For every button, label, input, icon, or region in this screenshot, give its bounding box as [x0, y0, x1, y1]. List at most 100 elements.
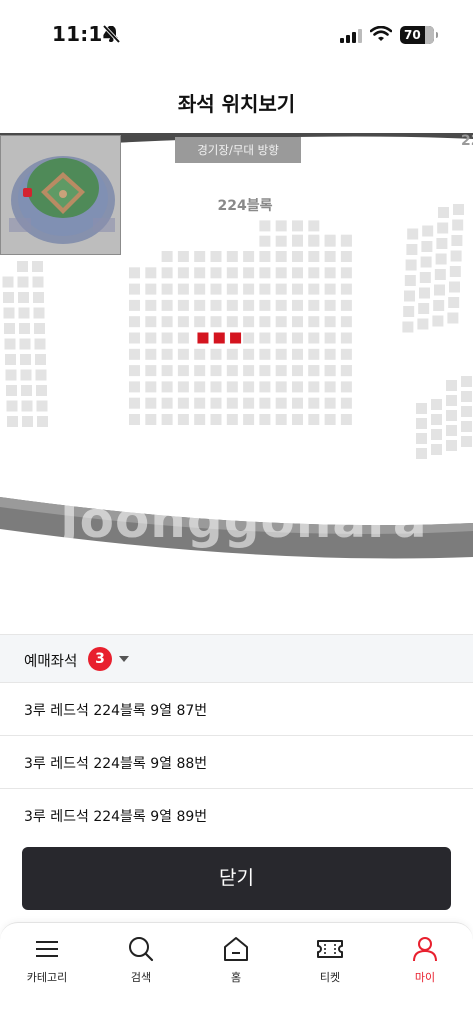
user-icon — [413, 937, 437, 962]
seat — [452, 219, 464, 231]
cell-signal-icon — [340, 28, 362, 47]
seat — [308, 220, 320, 232]
seat — [194, 283, 206, 295]
seat — [210, 251, 222, 262]
close-button[interactable]: 닫기 — [22, 847, 451, 910]
seat — [275, 299, 287, 311]
seat — [259, 365, 271, 377]
seat — [292, 220, 303, 232]
seat — [243, 397, 255, 409]
nav-item-home[interactable]: 홈 — [196, 935, 276, 995]
seat — [437, 222, 449, 234]
seat — [308, 235, 320, 247]
seat-map[interactable]: 경기장/무대 방향 224블록 22 Joonggonara — [0, 133, 473, 633]
seat — [308, 316, 320, 328]
seat — [292, 332, 303, 344]
seat — [259, 348, 271, 360]
seat — [450, 250, 462, 262]
seat — [129, 283, 140, 295]
seat — [416, 403, 427, 414]
seat — [292, 316, 303, 328]
nav-label: 티켓 — [319, 971, 341, 984]
page-title: 좌석 위치보기 — [177, 92, 296, 116]
seat — [340, 397, 352, 409]
seat — [432, 315, 444, 327]
seat — [5, 354, 16, 365]
seat — [292, 251, 303, 262]
seat — [431, 429, 442, 440]
seat — [177, 397, 189, 409]
seat — [275, 267, 287, 279]
nav-label: 홈 — [230, 971, 242, 984]
nav-item-ticket[interactable]: 티켓 — [290, 935, 370, 995]
seat — [308, 381, 320, 393]
seat — [243, 365, 255, 377]
nav-item-category[interactable]: 카테고리 — [7, 935, 87, 995]
seat — [34, 323, 45, 334]
seat — [21, 400, 33, 412]
adjacent-block-number: 22 — [461, 133, 473, 149]
reserved-count-badge: 3 — [88, 647, 112, 671]
seat — [129, 381, 140, 393]
selected-seat — [213, 332, 225, 344]
seat — [243, 299, 255, 311]
seat — [324, 348, 336, 360]
seat — [448, 297, 460, 308]
seat — [194, 414, 206, 425]
seat — [434, 269, 446, 280]
battery-empty-part — [425, 26, 434, 44]
seat — [145, 365, 157, 377]
seat — [461, 391, 472, 402]
seat — [194, 397, 206, 409]
stadium-minimap[interactable] — [0, 135, 121, 255]
seat — [226, 299, 238, 311]
seat — [419, 287, 430, 299]
seat — [194, 348, 206, 360]
seat — [145, 348, 157, 360]
seat — [340, 316, 352, 328]
seat — [447, 312, 459, 324]
seat — [161, 397, 173, 409]
seat — [6, 385, 17, 396]
seat — [435, 253, 447, 265]
nav-item-my[interactable]: 마이 — [385, 935, 465, 995]
seat — [161, 365, 173, 377]
seat — [446, 380, 457, 391]
seat — [20, 354, 31, 365]
seat — [308, 397, 320, 409]
seat — [292, 414, 303, 425]
seat — [17, 276, 29, 288]
seat — [431, 444, 442, 455]
reserved-seats-toggle[interactable]: 예매좌석 3 — [0, 634, 473, 683]
seat — [340, 414, 352, 425]
seat — [177, 414, 189, 425]
seat — [407, 228, 419, 240]
seat — [243, 251, 255, 262]
seat — [129, 332, 140, 344]
reserved-seats-label: 예매좌석 — [24, 654, 78, 670]
seat — [226, 397, 238, 409]
seat — [453, 204, 464, 215]
seat — [226, 267, 238, 279]
nav-label: 검색 — [130, 971, 152, 984]
seat — [129, 316, 140, 328]
seat — [145, 316, 157, 328]
seat — [2, 276, 14, 288]
seat — [275, 235, 287, 247]
seat — [431, 399, 442, 410]
seat — [422, 225, 434, 237]
seat — [210, 397, 222, 409]
seat — [243, 332, 255, 344]
seat — [145, 414, 157, 425]
seat — [32, 276, 44, 288]
battery-icon: 70 — [400, 26, 438, 44]
seat — [340, 332, 352, 344]
seat — [19, 323, 30, 334]
seat — [404, 275, 416, 286]
seat — [259, 299, 271, 311]
seat — [420, 256, 432, 268]
seat — [275, 332, 287, 344]
seat — [418, 303, 430, 314]
seat — [259, 414, 271, 425]
nav-item-search[interactable]: 검색 — [101, 935, 181, 995]
